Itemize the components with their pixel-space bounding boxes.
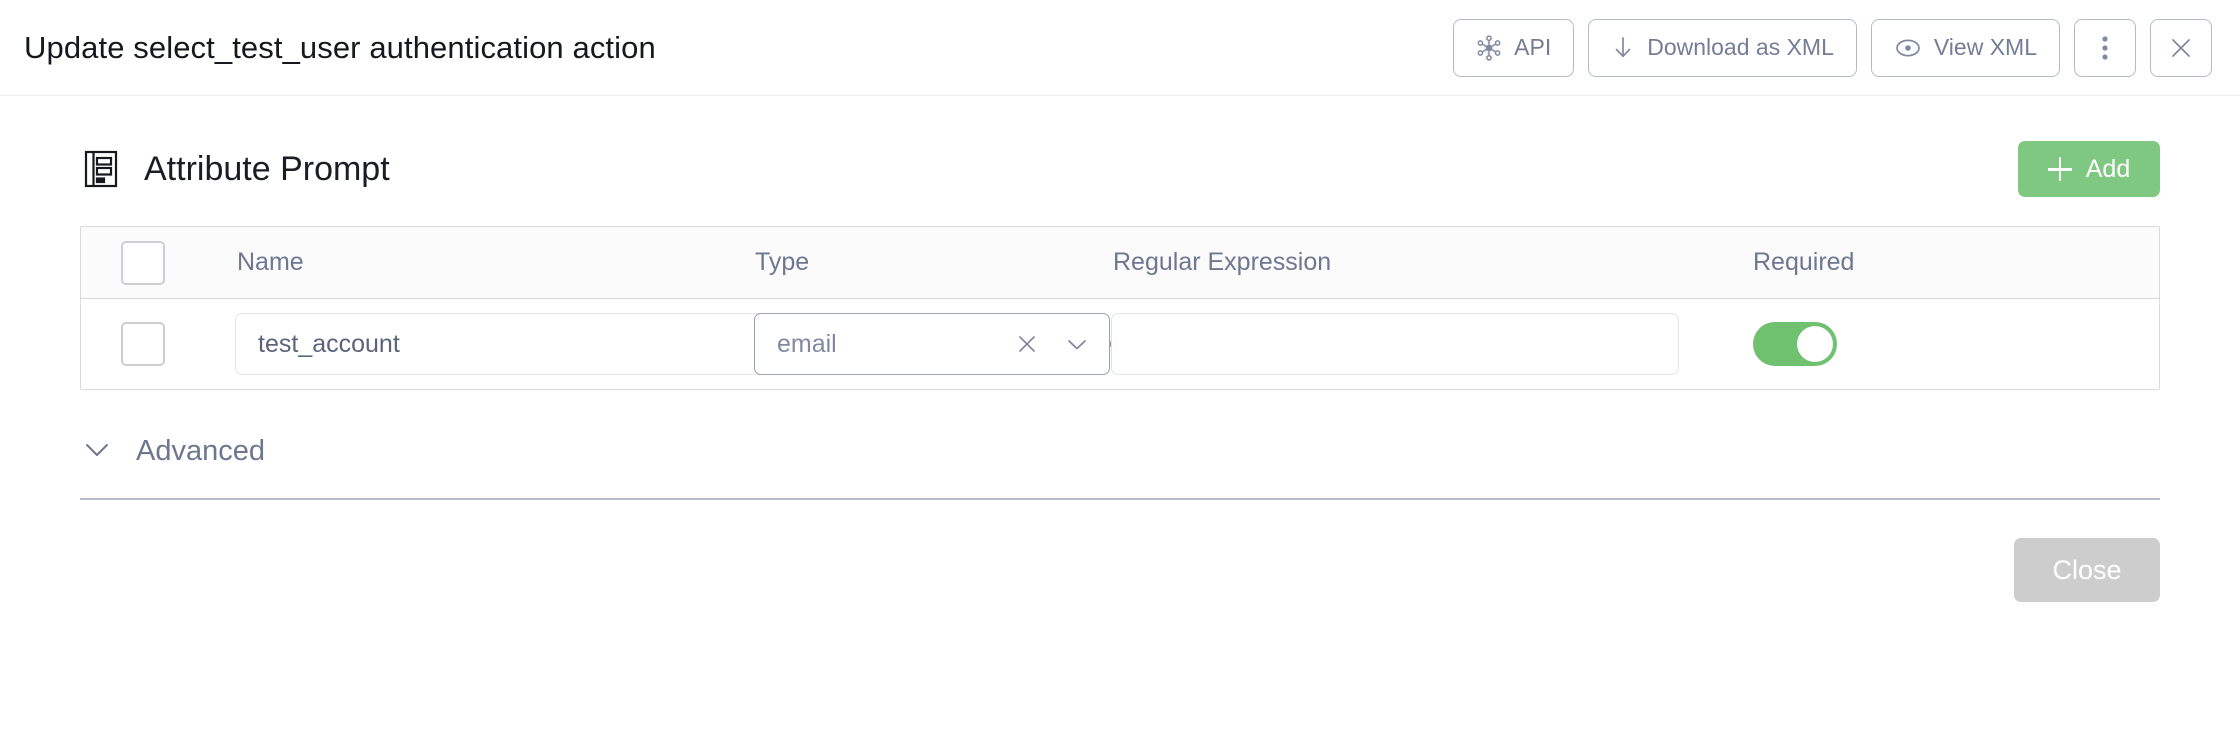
attribute-prompt-header: Attribute Prompt Add (80, 138, 2160, 200)
advanced-label: Advanced (136, 434, 265, 467)
download-xml-button-label: Download as XML (1647, 34, 1834, 60)
required-cell (1715, 322, 2159, 366)
chevron-down-icon (80, 432, 114, 471)
select-all-cell (81, 240, 205, 285)
column-header-name: Name (237, 248, 304, 276)
close-icon (2168, 35, 2194, 61)
dialog-window: Update select_test_user authentication a… (0, 0, 2240, 735)
add-button-label: Add (2085, 154, 2131, 183)
attribute-table: Name Type Regular Expression Required te… (80, 226, 2160, 390)
view-xml-button-label: View XML (1933, 34, 2037, 60)
row-select-checkbox[interactable] (121, 322, 165, 366)
column-header-type: Type (755, 248, 810, 276)
dialog-body: Attribute Prompt Add Name Type Regular E… (0, 96, 2240, 500)
api-hub-icon (1476, 34, 1502, 61)
eye-icon (1894, 37, 1922, 59)
column-header-regular-expression: Regular Expression (1113, 248, 1332, 276)
api-button[interactable]: API (1453, 18, 1575, 77)
select-all-checkbox[interactable] (121, 240, 165, 285)
regular-expression-input[interactable] (1111, 313, 1679, 375)
add-attribute-button[interactable]: Add (2018, 141, 2160, 197)
attribute-name-input[interactable]: test_account (235, 313, 795, 375)
row-select-cell (81, 322, 205, 366)
section-title: Attribute Prompt (144, 149, 390, 188)
attribute-type-value: email (777, 329, 837, 358)
more-options-button[interactable] (2074, 18, 2136, 77)
dialog-header: Update select_test_user authentication a… (0, 0, 2240, 96)
close-button[interactable]: Close (2014, 538, 2160, 602)
column-header-required: Required (1753, 248, 1855, 276)
footer-divider (80, 498, 2160, 500)
header-actions: API Download as XML View XML (1453, 18, 2212, 77)
view-xml-button[interactable]: View XML (1870, 18, 2060, 77)
dialog-footer: Close (0, 538, 2240, 602)
plus-icon (2047, 157, 2072, 181)
name-cell: test_account (205, 313, 851, 375)
page-title: Update select_test_user authentication a… (24, 29, 656, 65)
download-xml-button[interactable]: Download as XML (1588, 18, 1857, 77)
form-document-icon (80, 148, 122, 190)
advanced-section-toggle[interactable]: Advanced (80, 416, 265, 486)
download-arrow-icon (1611, 35, 1635, 61)
required-toggle[interactable] (1753, 322, 1837, 366)
table-header-row: Name Type Regular Expression Required (81, 227, 2159, 299)
api-button-label: API (1514, 34, 1552, 60)
close-dialog-button[interactable] (2150, 18, 2212, 77)
attribute-type-select[interactable]: email (754, 313, 1110, 375)
type-cell: email (725, 313, 1166, 375)
regex-cell (1075, 313, 1715, 375)
table-row: test_account email (81, 299, 2159, 389)
kebab-menu-icon (2101, 34, 2109, 62)
clear-type-icon[interactable] (1007, 324, 1047, 364)
toggle-knob (1797, 326, 1833, 362)
